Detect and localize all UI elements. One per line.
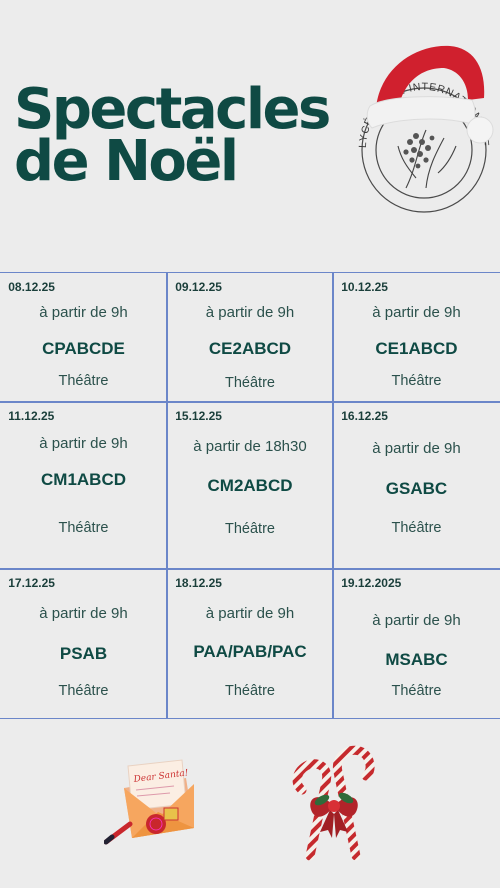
- show-classes: CM1ABCD: [41, 470, 126, 490]
- show-classes: GSABC: [385, 479, 448, 499]
- show-classes: CE2ABCD: [208, 339, 292, 359]
- show-date: 15.12.25: [175, 409, 222, 424]
- schedule-cell: 18.12.25 à partir de 9h PAA/PAB/PAC Théâ…: [166, 568, 334, 719]
- show-classes: PSAB: [59, 644, 108, 664]
- show-date: 18.12.25: [175, 576, 222, 591]
- schedule-cell: 16.12.25 à partir de 9h GSABC Théâtre: [332, 401, 500, 570]
- candy-cane-icon: [292, 745, 375, 861]
- show-time: à partir de 18h30: [193, 438, 307, 456]
- show-date: 08.12.25: [8, 280, 55, 295]
- schedule-grid: 08.12.25 à partir de 9h CPABCDE Théâtre …: [0, 272, 500, 719]
- show-venue: Théâtre: [225, 683, 275, 700]
- show-venue: Théâtre: [58, 520, 109, 537]
- show-date: 09.12.25: [175, 280, 222, 295]
- santa-letter-icon: Dear Santa!: [104, 759, 194, 845]
- show-time: à partir de 9h: [39, 605, 128, 623]
- schedule-cell: 15.12.25 à partir de 18h30 CM2ABCD Théât…: [166, 401, 334, 570]
- show-time: à partir de 9h: [372, 440, 461, 458]
- school-logo: LYCÉE · THE INTERNATIONAL FRENCH SCHOOL: [346, 38, 494, 213]
- show-time: à partir de 9h: [39, 304, 128, 322]
- schedule-cell: 09.12.25 à partir de 9h CE2ABCD Théâtre: [166, 272, 334, 403]
- page-title: Spectacles de Noël: [14, 82, 331, 194]
- show-time: à partir de 9h: [372, 612, 461, 630]
- show-venue: Théâtre: [391, 520, 442, 537]
- show-time: à partir de 9h: [39, 435, 128, 453]
- show-time: à partir de 9h: [372, 304, 461, 322]
- show-time: à partir de 9h: [205, 304, 295, 322]
- show-classes: CM2ABCD: [207, 476, 293, 496]
- show-venue: Théâtre: [58, 683, 109, 700]
- show-classes: CE1ABCD: [375, 339, 458, 359]
- schedule-cell: 10.12.25 à partir de 9h CE1ABCD Théâtre: [332, 272, 500, 403]
- schedule-cell: 17.12.25 à partir de 9h PSAB Théâtre: [0, 568, 168, 719]
- title-line-2: de Noël: [14, 129, 239, 194]
- show-venue: Théâtre: [391, 373, 442, 390]
- schedule-cell: 19.12.2025 à partir de 9h MSABC Théâtre: [332, 568, 500, 719]
- show-date: 16.12.25: [341, 409, 388, 424]
- show-date: 19.12.2025: [341, 576, 402, 591]
- show-classes: CPABCDE: [42, 339, 125, 359]
- show-venue: Théâtre: [391, 683, 442, 700]
- show-venue: Théâtre: [225, 375, 275, 392]
- schedule-cell: 08.12.25 à partir de 9h CPABCDE Théâtre: [0, 272, 168, 403]
- show-venue: Théâtre: [225, 521, 275, 538]
- show-date: 17.12.25: [8, 576, 55, 591]
- show-date: 11.12.25: [8, 409, 55, 424]
- show-time: à partir de 9h: [205, 605, 295, 623]
- show-classes: MSABC: [385, 650, 448, 670]
- show-classes: PAA/PAB/PAC: [193, 642, 307, 662]
- show-venue: Théâtre: [58, 373, 109, 390]
- schedule-cell: 11.12.25 à partir de 9h CM1ABCD Théâtre: [0, 401, 168, 570]
- santa-hat-icon: [366, 45, 494, 144]
- show-date: 10.12.25: [341, 280, 388, 295]
